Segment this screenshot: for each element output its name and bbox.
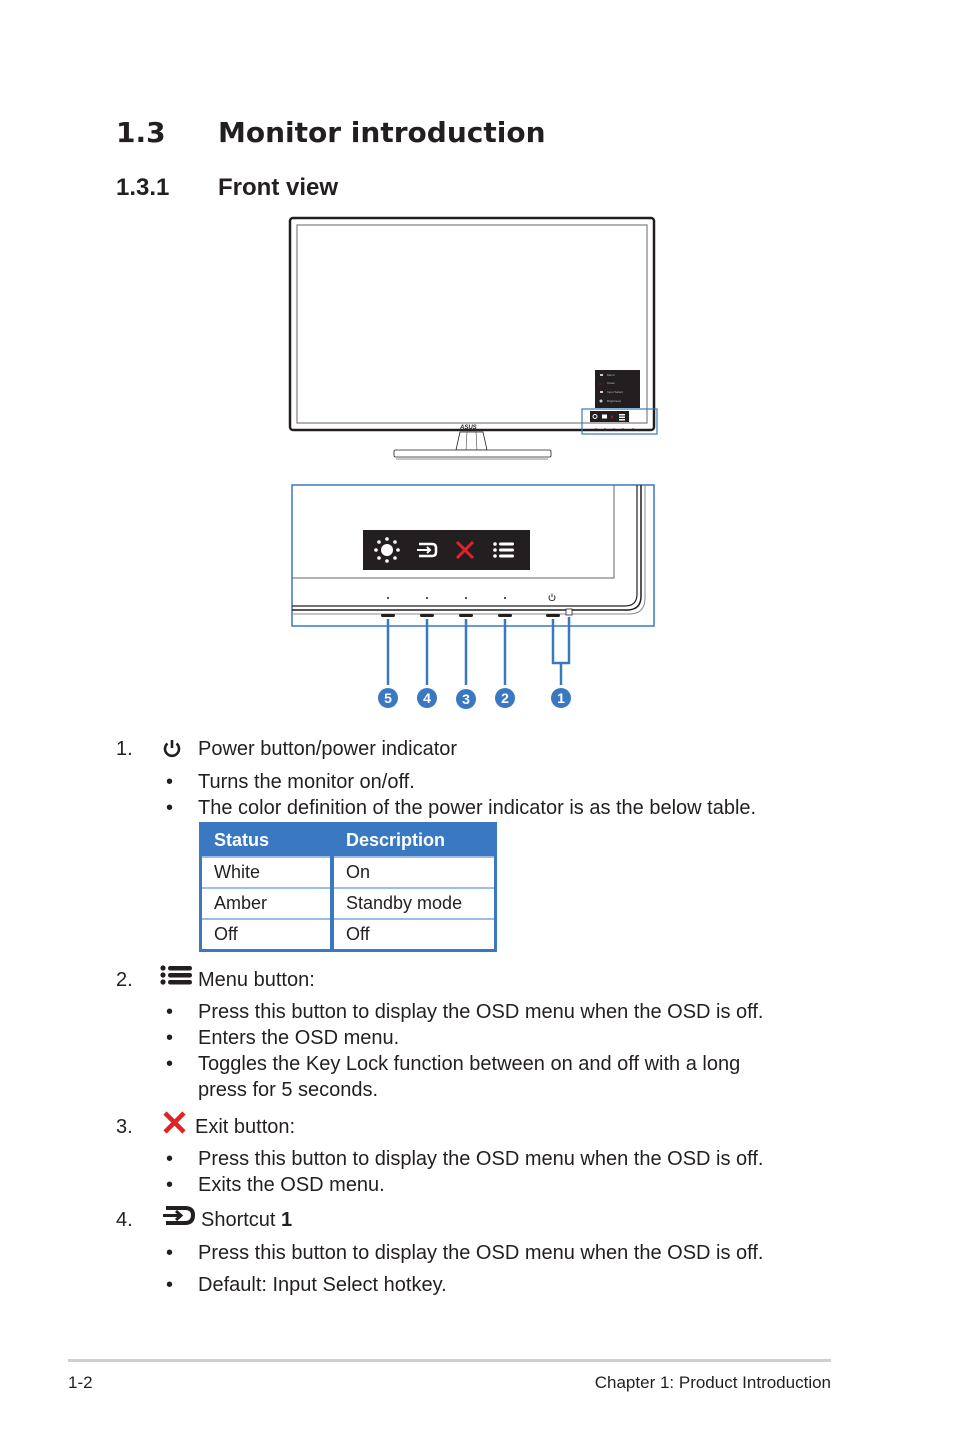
- item-number: 4.: [116, 1209, 133, 1231]
- table-header: Status: [200, 823, 334, 857]
- table-cell: White: [200, 856, 334, 888]
- chapter-title: Chapter 1: Product Introduction: [594, 1373, 831, 1392]
- table-cell: Amber: [200, 887, 334, 919]
- osd-mini-item: Close: [607, 381, 615, 385]
- item-label: Exit button:: [195, 1116, 296, 1138]
- table-header-row: Status Description: [200, 823, 496, 857]
- table-row: Off Off: [200, 918, 496, 951]
- osd-mini-item: Menu: [607, 373, 615, 377]
- page-number: 1-2: [68, 1373, 93, 1392]
- asus-logo: ASUS: [459, 425, 477, 431]
- monitor-screen: [296, 224, 648, 424]
- menu-icon: [160, 965, 192, 985]
- monitor-front-illustration: Menu × Close Input Select Brightness × AS…: [288, 216, 658, 460]
- table-cell: Off: [332, 918, 496, 951]
- table-cell: Off: [200, 918, 334, 951]
- callout-label: 1: [557, 690, 565, 706]
- item-number: 2.: [116, 969, 133, 991]
- callout-label: 2: [501, 690, 509, 706]
- table-cell: On: [332, 856, 496, 888]
- item-label: Menu button:: [198, 969, 315, 991]
- table-cell: Standby mode: [332, 887, 496, 919]
- item-number: 1.: [116, 738, 133, 760]
- menu-icon: [493, 542, 514, 558]
- input-select-icon: [163, 1206, 196, 1225]
- subsection-title: Front view: [218, 174, 339, 201]
- callout-label: 4: [423, 690, 431, 706]
- callout-label: 3: [462, 691, 470, 707]
- callout-label: 5: [384, 690, 392, 706]
- monitor-neck: [455, 431, 488, 451]
- monitor-base: [393, 449, 552, 458]
- section-number: 1.3: [116, 116, 166, 149]
- table-header: Description: [332, 823, 496, 857]
- subsection-number: 1.3.1: [116, 174, 170, 201]
- osd-mini-item: Input Select: [607, 390, 623, 394]
- section-title: Monitor introduction: [218, 116, 546, 149]
- power-indicator-led: [565, 608, 573, 616]
- power-indicator-table: Status Description White On Amber Standb…: [199, 822, 497, 952]
- power-icon: [163, 740, 181, 758]
- table-row: Amber Standby mode: [200, 887, 496, 919]
- table-row: White On: [200, 856, 496, 888]
- item-number: 3.: [116, 1116, 133, 1138]
- shortcut-number: 1: [281, 1209, 293, 1231]
- callout-lines: [386, 617, 571, 685]
- footer-divider: [68, 1359, 831, 1362]
- button-detail-illustration: 5 4 3 2 1: [291, 484, 655, 709]
- close-icon: [163, 1111, 186, 1134]
- item-label: Power button/power indicator: [198, 738, 458, 760]
- svg-text:×: ×: [610, 415, 614, 422]
- osd-mini-item: Brightness: [607, 399, 622, 403]
- item-label: Shortcut 1: [201, 1209, 293, 1231]
